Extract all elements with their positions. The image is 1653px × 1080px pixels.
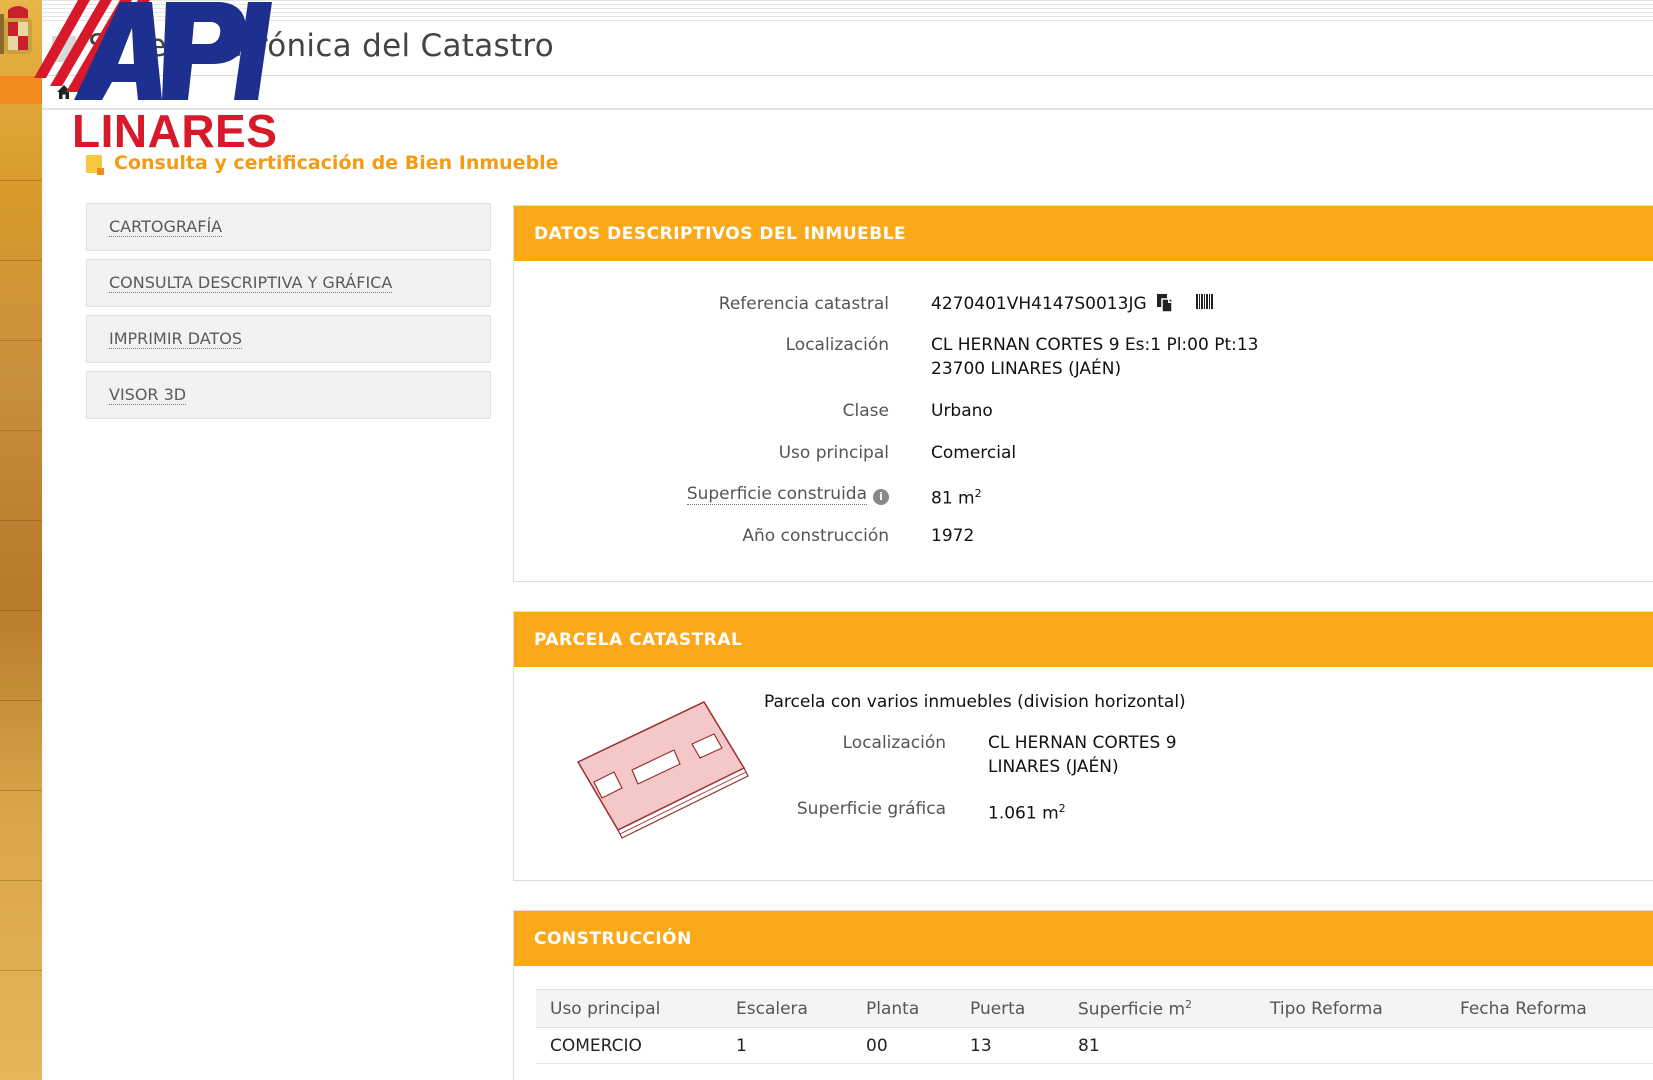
sup-value: 81 m: [931, 488, 975, 509]
parcela-sup-row: 1.061 m2: [988, 797, 1066, 826]
panel-header: DATOS DESCRIPTIVOS DEL INMUEBLE: [514, 206, 1653, 261]
loc-line1: CL HERNAN CORTES 9 Es:1 Pl:00 Pt:13: [931, 335, 1259, 355]
sup-label[interactable]: Superficie construida: [686, 484, 867, 505]
logo-linares-text: LINARES: [72, 105, 278, 157]
uso-value: Comercial: [931, 443, 1017, 463]
panel-header: PARCELA CATASTRAL: [514, 612, 1653, 667]
loc-line2: 23700 LINARES (JAÉN): [931, 359, 1122, 379]
clase-value: Urbano: [931, 401, 993, 421]
uso-label: Uso principal: [778, 443, 889, 463]
emblem-icon: [0, 6, 32, 54]
menu-item-consulta[interactable]: CONSULTA DESCRIPTIVA Y GRÁFICA: [86, 259, 491, 307]
menu-item-label[interactable]: IMPRIMIR DATOS: [109, 330, 242, 349]
panel-title: CONSTRUCCIÓN: [534, 929, 692, 949]
col-superficie-exponent: 2: [1185, 997, 1193, 1011]
menu-item-label[interactable]: VISOR 3D: [109, 386, 187, 405]
col-puerta: Puerta: [956, 989, 1064, 1028]
clase-label: Clase: [842, 401, 889, 421]
construccion-panel: CONSTRUCCIÓN Uso principal Escalera Plan…: [513, 910, 1653, 1080]
page-heading-text: Consulta y certificación de Bien Inmuebl…: [114, 152, 559, 174]
left-photo-strip: [0, 0, 42, 1080]
panel-title: DATOS DESCRIPTIVOS DEL INMUEBLE: [534, 224, 907, 244]
parcela-panel: PARCELA CATASTRAL Parcela con varios inm…: [513, 611, 1653, 881]
menu-item-visor-3d[interactable]: VISOR 3D: [86, 371, 491, 419]
sup-value-row: 81 m2: [931, 482, 982, 511]
table-row: COMERCIO 1 00 13 81: [536, 1027, 1653, 1064]
table-header-row: Uso principal Escalera Planta Puerta Sup…: [536, 989, 1653, 1028]
sup-label-row: Superficie construida i: [514, 482, 889, 506]
cell-planta: 00: [852, 1027, 956, 1064]
info-icon[interactable]: i: [873, 489, 889, 505]
page-heading: Consulta y certificación de Bien Inmuebl…: [86, 152, 559, 174]
parcela-desc: Parcela con varios inmuebles (division h…: [764, 692, 1186, 712]
anio-label: Año construcción: [742, 526, 889, 546]
parcela-loc-line1: CL HERNAN CORTES 9: [988, 733, 1177, 753]
construccion-table: Uso principal Escalera Planta Puerta Sup…: [536, 989, 1653, 1064]
parcel-sketch-icon[interactable]: [574, 700, 754, 850]
parcela-sup-label: Superficie gráfica: [796, 799, 946, 819]
cell-uso: COMERCIO: [536, 1027, 722, 1064]
cell-puerta: 13: [956, 1027, 1064, 1064]
datos-descriptivos-panel: DATOS DESCRIPTIVOS DEL INMUEBLE Referenc…: [513, 205, 1653, 582]
parcela-loc-line2: LINARES (JAÉN): [988, 757, 1119, 777]
sup-exponent: 2: [974, 487, 982, 500]
cell-tipo-reforma: [1256, 1027, 1446, 1064]
loc-label: Localización: [785, 335, 889, 355]
ref-value-row: 4270401VH4147S0013JG: [931, 292, 1215, 316]
menu-item-label[interactable]: CONSULTA DESCRIPTIVA Y GRÁFICA: [109, 274, 393, 293]
ref-label: Referencia catastral: [718, 294, 889, 314]
anio-value: 1972: [931, 526, 975, 546]
panel-title: PARCELA CATASTRAL: [534, 630, 743, 650]
ref-value[interactable]: 4270401VH4147S0013JG: [931, 294, 1147, 314]
col-uso: Uso principal: [536, 989, 722, 1028]
col-fecha-reforma: Fecha Reforma: [1446, 989, 1653, 1028]
parcela-loc-label: Localización: [842, 733, 946, 753]
parcela-sup-value: 1.061 m: [988, 803, 1059, 824]
cell-escalera: 1: [722, 1027, 852, 1064]
col-superficie: Superficie m2: [1064, 989, 1256, 1028]
panel-header: CONSTRUCCIÓN: [514, 911, 1653, 966]
parcela-sup-exponent: 2: [1058, 802, 1066, 815]
menu-item-imprimir[interactable]: IMPRIMIR DATOS: [86, 315, 491, 363]
col-tipo-reforma: Tipo Reforma: [1256, 989, 1446, 1028]
copy-icon[interactable]: [1156, 293, 1174, 313]
col-escalera: Escalera: [722, 989, 852, 1028]
cell-fecha-reforma: [1446, 1027, 1653, 1064]
barcode-icon[interactable]: [1195, 293, 1215, 313]
cell-superficie: 81: [1064, 1027, 1256, 1064]
menu-item-label[interactable]: CARTOGRAFÍA: [109, 218, 223, 237]
col-superficie-label: Superficie m: [1078, 999, 1186, 1020]
menu-item-cartografia[interactable]: CARTOGRAFÍA: [86, 203, 491, 251]
col-planta: Planta: [852, 989, 956, 1028]
